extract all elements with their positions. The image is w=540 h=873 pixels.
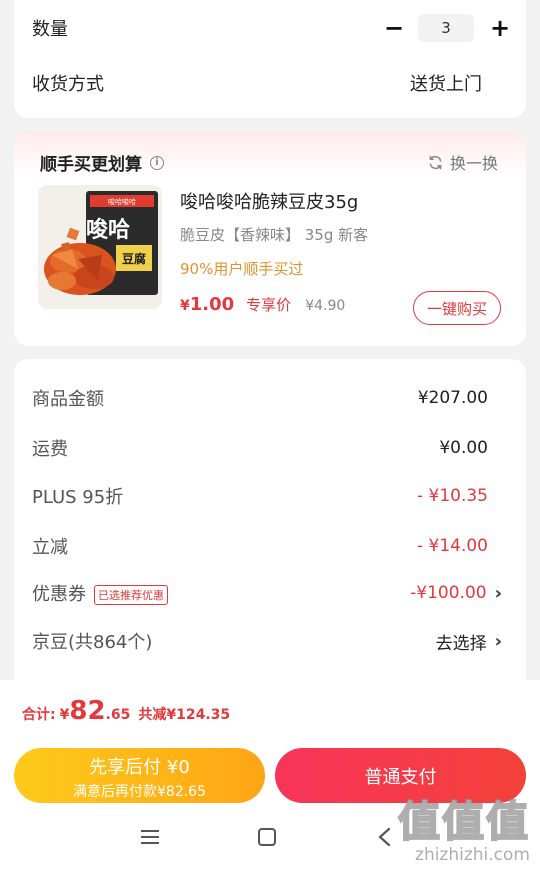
quantity-label: 数量 — [32, 19, 68, 40]
chevron-right-icon: › — [494, 630, 502, 652]
summary-value: -¥100.00 — [410, 583, 487, 603]
summary-row-instant-discount: 立减 - ¥14.00 — [32, 533, 502, 559]
pay-later-subtitle: 满意后再付款¥82.65 — [73, 784, 206, 800]
summary-value: - ¥14.00 — [416, 536, 488, 556]
pay-later-title: 先享后付 ¥0 — [89, 757, 190, 778]
delivery-method-row[interactable]: 收货方式 送货上门 — [32, 70, 508, 96]
coupon-value-wrap: -¥100.00 › — [410, 583, 502, 604]
quantity-input[interactable]: 3 — [418, 14, 474, 42]
quantity-stepper: − 3 + — [384, 14, 510, 42]
summary-label: PLUS 95折 — [32, 487, 124, 508]
product-price-row: ¥ 1.00 专享价 ¥4.90 — [180, 294, 345, 315]
price-symbol: ¥ — [180, 298, 190, 314]
price-label: 专享价 — [246, 296, 292, 314]
refresh-icon — [429, 155, 442, 169]
summary-row-goods-amount: 商品金额 ¥207.00 — [32, 385, 502, 411]
package-main-text: 唆哈 — [86, 217, 130, 243]
info-icon[interactable]: i — [150, 155, 164, 170]
back-icon[interactable] — [376, 827, 394, 847]
total-saved: 共减¥124.35 — [138, 707, 231, 723]
bundle-title: 顺手买更划算 — [40, 155, 142, 175]
coupon-recommended-badge: 已选推荐优惠 — [94, 585, 168, 605]
home-icon[interactable] — [257, 827, 277, 847]
summary-value: ¥0.00 — [439, 438, 488, 458]
one-click-buy-button[interactable]: 一键购买 — [413, 291, 501, 325]
watermark: 值值值 zhizhizhi.com — [397, 788, 530, 865]
summary-label: 商品金额 — [32, 389, 104, 410]
chevron-right-icon: › — [494, 582, 502, 604]
product-name[interactable]: 唆哈唆哈脆辣豆皮35g — [180, 188, 358, 214]
summary-row-plus-discount: PLUS 95折 - ¥10.35 — [32, 483, 502, 509]
order-info-card: 数量 − 3 + 收货方式 送货上门 — [14, 0, 526, 118]
package-brand-text: 唆哈唆哈 — [108, 197, 136, 206]
snack-package-illustration: 唆哈唆哈 唆哈 豆腐 — [38, 185, 162, 309]
original-price: ¥4.90 — [305, 298, 346, 314]
checkout-bar: 合计: ¥ 82 .65 共减¥124.35 先享后付 ¥0 满意后再付款¥82… — [0, 680, 540, 873]
total-symbol: ¥ — [59, 707, 70, 723]
delivery-method-value: 送货上门 — [410, 74, 482, 95]
refresh-button[interactable]: 换一换 — [427, 150, 498, 174]
quantity-minus-button[interactable]: − — [384, 16, 404, 40]
total-integer: 82 — [69, 696, 106, 726]
product-image[interactable]: 唆哈唆哈 唆哈 豆腐 — [38, 185, 162, 309]
summary-row-shipping: 运费 ¥0.00 — [32, 435, 502, 461]
quantity-plus-button[interactable]: + — [490, 16, 510, 40]
jingdou-value-wrap: 去选择 › — [436, 629, 502, 654]
menu-icon[interactable] — [140, 827, 160, 847]
price-summary-card: 商品金额 ¥207.00 运费 ¥0.00 PLUS 95折 - ¥10.35 … — [14, 359, 526, 699]
quantity-row: 数量 − 3 + — [32, 14, 510, 42]
package-sub-text: 豆腐 — [122, 251, 146, 266]
pay-later-button[interactable]: 先享后付 ¥0 满意后再付款¥82.65 — [14, 748, 265, 803]
summary-value: 去选择 — [435, 633, 487, 654]
summary-value: ¥207.00 — [417, 388, 488, 408]
summary-value: - ¥10.35 — [416, 486, 488, 506]
watermark-url: zhizhizhi.com — [415, 845, 530, 865]
product-popularity: 90%用户顺手买过 — [180, 260, 304, 278]
product-price: 1.00 — [189, 294, 235, 315]
coupon-label-wrap: 优惠券 已选推荐优惠 — [32, 580, 168, 606]
product-spec: 脆豆皮【香辣味】 35g 新客 — [180, 226, 369, 244]
summary-label: 立减 — [32, 537, 68, 558]
total-decimal: .65 — [105, 707, 131, 723]
summary-label: 京豆(共864个) — [32, 632, 153, 653]
watermark-logo: 值值值 — [397, 796, 530, 847]
bundle-recommend-card: 顺手买更划算 i 换一换 唆哈唆哈 唆哈 豆腐 唆哈唆哈脆辣豆皮35g 脆豆皮【… — [14, 131, 526, 346]
delivery-method-label: 收货方式 — [32, 74, 104, 95]
total-line: 合计: ¥ 82 .65 共减¥124.35 — [22, 696, 230, 726]
summary-row-coupon[interactable]: 优惠券 已选推荐优惠 -¥100.00 › — [32, 580, 502, 606]
bundle-title-wrap: 顺手买更划算 i — [40, 150, 164, 175]
summary-label: 优惠券 — [32, 584, 86, 605]
refresh-label: 换一换 — [449, 154, 498, 173]
summary-row-jingdou[interactable]: 京豆(共864个) 去选择 › — [32, 628, 502, 654]
total-label: 合计: — [22, 707, 56, 723]
summary-label: 运费 — [32, 439, 68, 460]
